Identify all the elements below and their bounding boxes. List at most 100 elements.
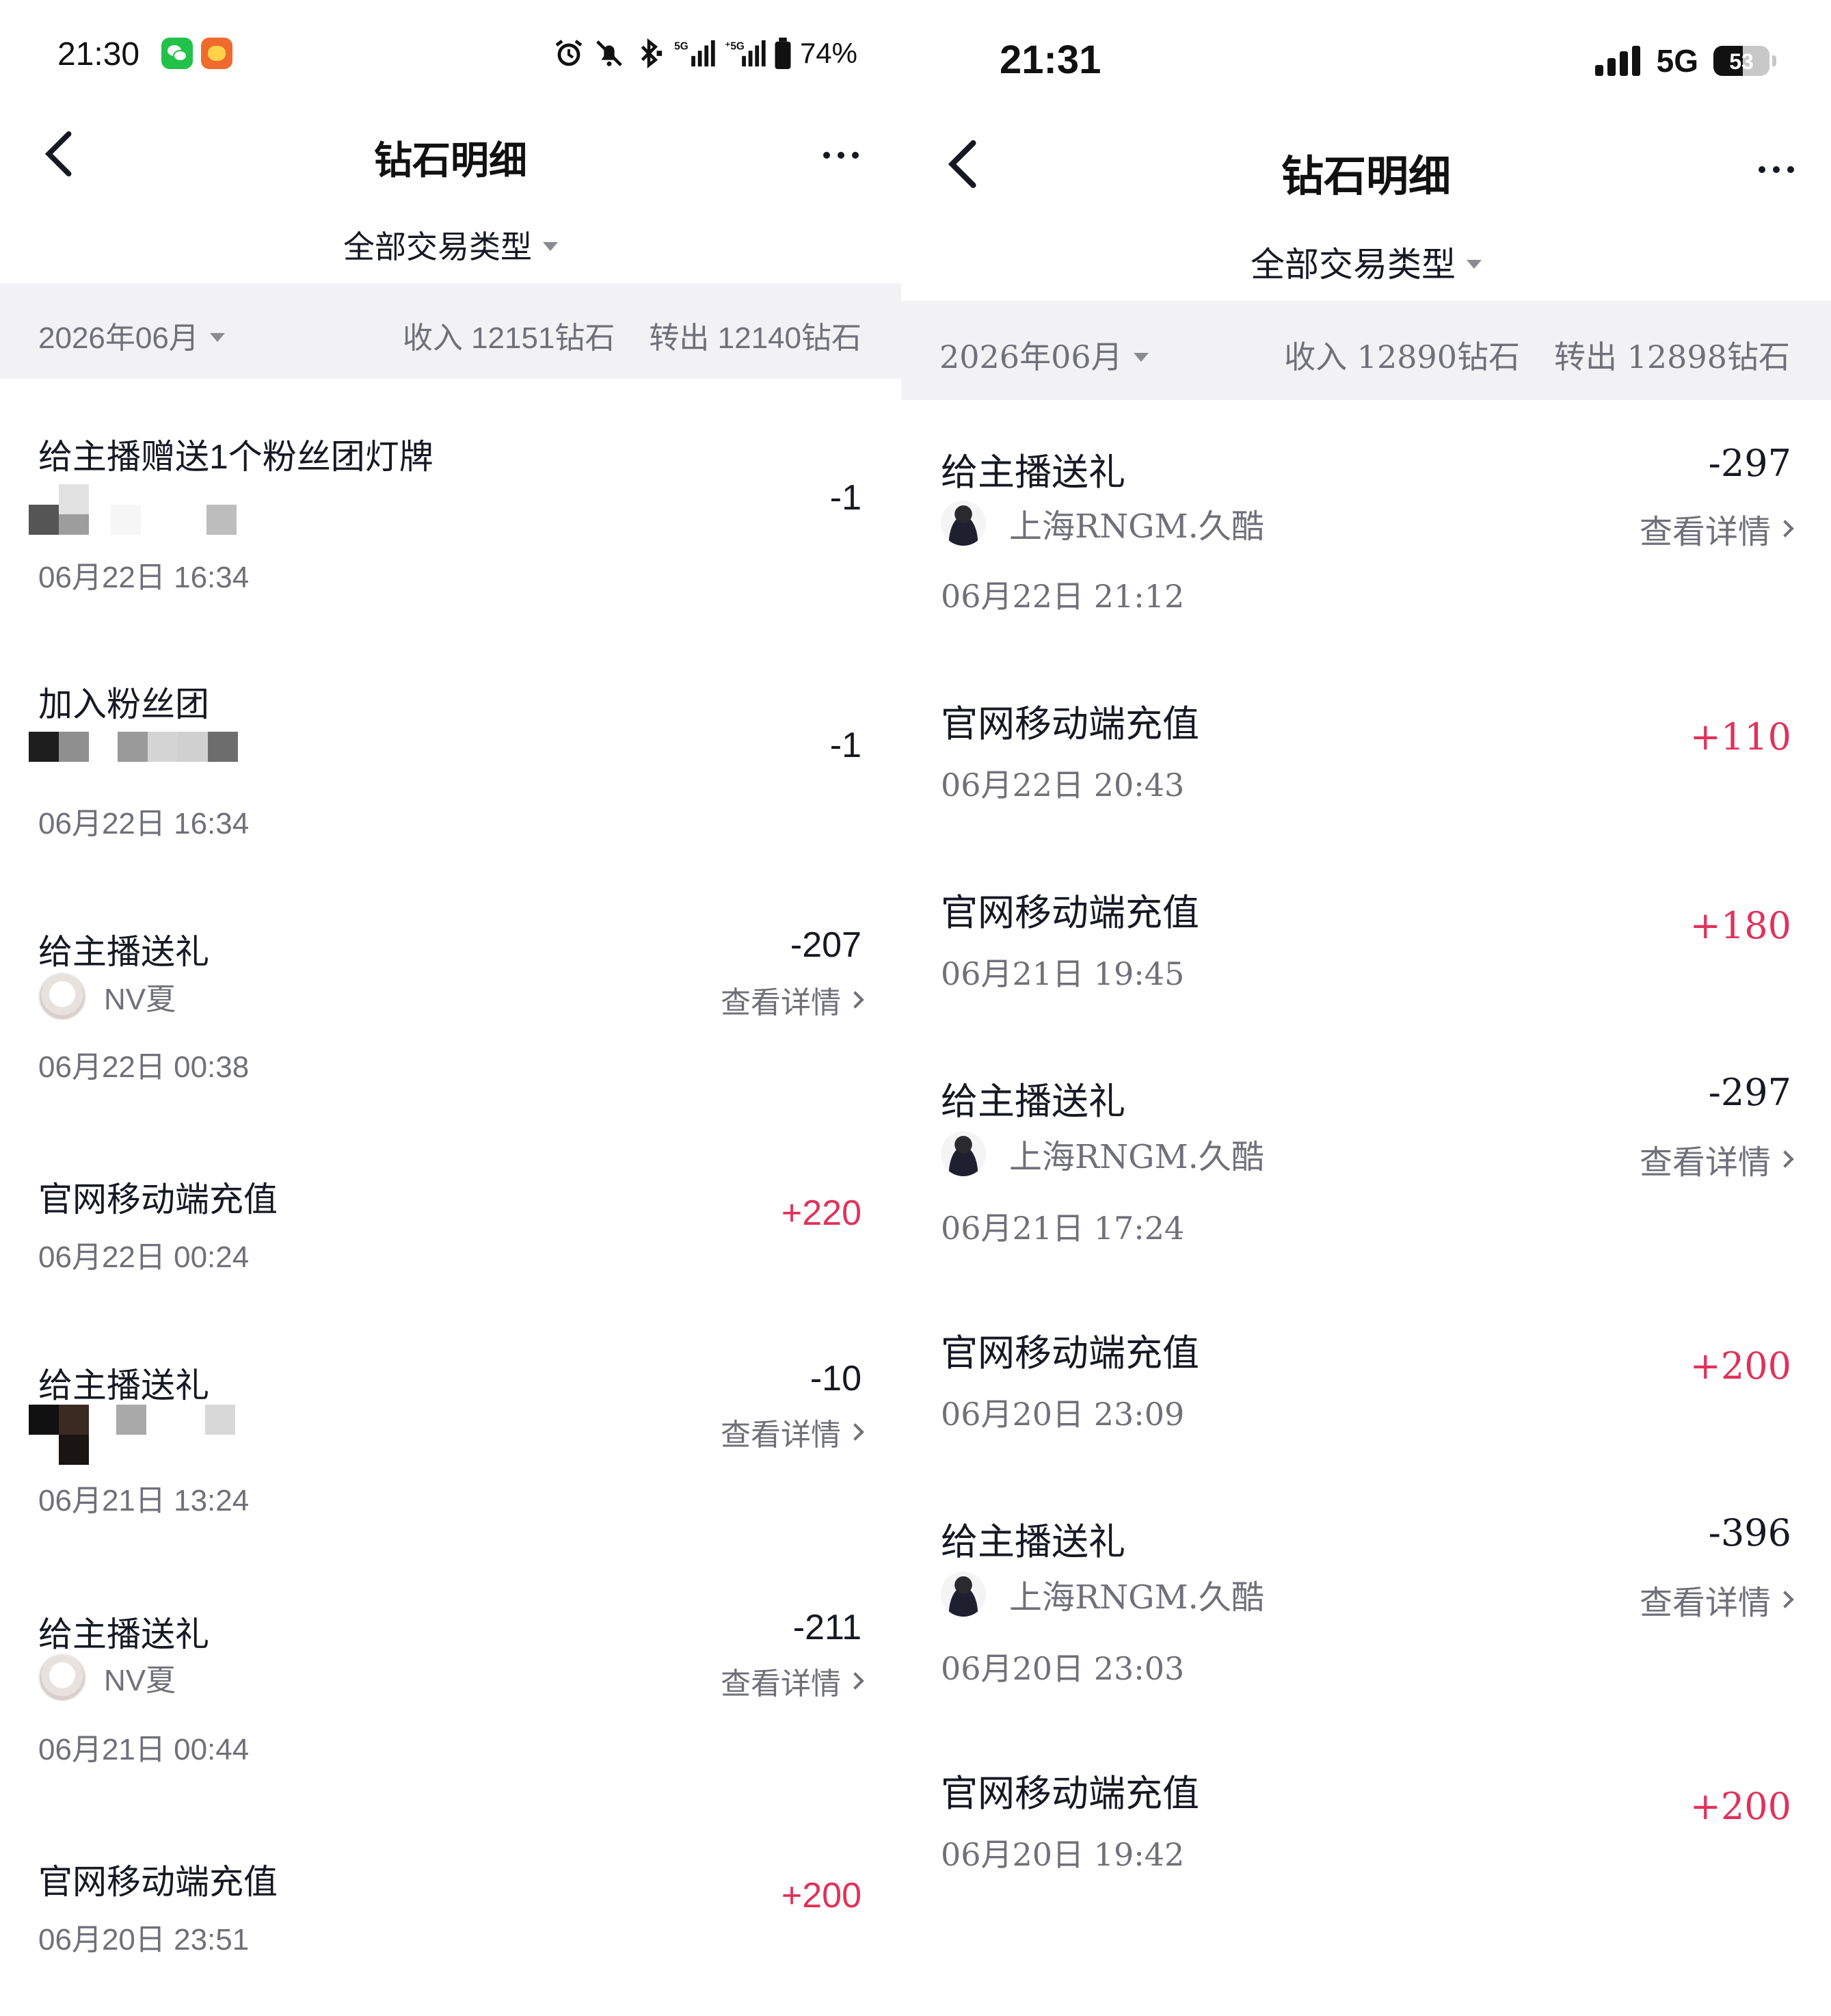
transaction-time: 06月21日 13:24 [38, 1484, 250, 1517]
transaction-title: 官网移动端充值 [941, 704, 1199, 745]
transaction-time: 06月22日 21:12 [941, 578, 1185, 615]
nav-bar: 钻石明细 [901, 133, 1831, 202]
transaction-amount: -297 [1708, 1071, 1791, 1114]
more-button[interactable] [1742, 139, 1810, 200]
status-time: 21:31 [1000, 38, 1101, 82]
transaction-amount: +200 [1689, 1785, 1791, 1828]
transaction-row[interactable]: 官网移动端充值 +200 06月20日 19:42 [901, 1763, 1831, 1913]
transaction-row[interactable]: 给主播送礼 -207 NV夏 查看详情 06月22日 00:38 [0, 925, 901, 1130]
battery-icon: 53 [1713, 46, 1769, 76]
month-selector[interactable]: 2026年06月 [939, 332, 1149, 377]
transaction-time: 06月21日 00:44 [38, 1733, 250, 1766]
view-details-link[interactable]: 查看详情 [1639, 505, 1794, 553]
view-details-link[interactable]: 查看详情 [721, 1659, 864, 1703]
summary-totals: 收入 12890钻石 转出 12898钻石 [1284, 332, 1790, 377]
transaction-title: 给主播送礼 [38, 1615, 209, 1654]
signal-5g-icon-2: ⁺5G [725, 40, 766, 67]
outgo-total: 转出 12898钻石 [1554, 339, 1790, 375]
chevron-right-icon [1776, 520, 1794, 538]
transaction-time: 06月22日 20:43 [941, 767, 1185, 804]
month-summary-bar: 2026年06月 收入 12890钻石 转出 12898钻石 [901, 301, 1831, 400]
transaction-title: 官网移动端充值 [38, 1863, 278, 1901]
transaction-title: 加入粉丝团 [38, 685, 209, 724]
transaction-title: 给主播送礼 [38, 1366, 209, 1405]
chevron-right-icon [846, 1672, 864, 1690]
view-details-label: 查看详情 [1639, 514, 1771, 551]
status-time: 21:30 [57, 36, 140, 72]
transaction-row[interactable]: 官网移动端充值 +200 06月20日 23:51 [0, 1855, 901, 2005]
more-dot [1787, 166, 1794, 173]
view-details-link[interactable]: 查看详情 [1639, 1135, 1794, 1183]
transaction-row[interactable]: 官网移动端充值 +110 06月22日 20:43 [901, 693, 1831, 844]
transaction-amount: -1 [829, 726, 861, 765]
type-filter-label: 全部交易类型 [1251, 246, 1456, 284]
transaction-title: 给主播送礼 [38, 933, 209, 971]
transaction-title: 官网移动端充值 [38, 1180, 278, 1219]
view-details-label: 查看详情 [721, 1667, 841, 1701]
type-filter-label: 全部交易类型 [343, 229, 532, 265]
streamer-info: NV夏 [38, 972, 176, 1020]
transaction-row[interactable]: 官网移动端充值 +220 06月22日 00:24 [0, 1172, 901, 1336]
dropdown-caret-icon [209, 332, 225, 342]
transaction-title: 给主播赠送1个粉丝团灯牌 [38, 438, 433, 476]
page-title: 钻石明细 [1281, 151, 1451, 201]
transaction-time: 06月20日 23:03 [941, 1650, 1185, 1687]
more-button[interactable] [807, 124, 875, 186]
avatar [38, 972, 86, 1020]
status-icons: 5G 53 [1594, 42, 1776, 79]
chevron-right-icon [846, 1423, 864, 1441]
chevron-right-icon [1776, 1150, 1794, 1168]
transaction-type-filter[interactable]: 全部交易类型 [0, 222, 901, 267]
view-details-link[interactable]: 查看详情 [721, 978, 864, 1022]
transaction-time: 06月22日 00:38 [38, 1050, 250, 1084]
view-details-link[interactable]: 查看详情 [721, 1410, 864, 1454]
streamer-info: 上海RNGM.久酷 [941, 1570, 1264, 1618]
summary-totals: 收入 12151钻石 转出 12140钻石 [403, 313, 861, 357]
view-details-label: 查看详情 [1639, 1585, 1771, 1621]
transaction-time: 06月20日 23:09 [941, 1396, 1185, 1433]
streamer-name: NV夏 [104, 1664, 176, 1697]
month-selector[interactable]: 2026年06月 [38, 313, 225, 357]
month-summary-bar: 2026年06月 收入 12151钻石 转出 12140钻石 [0, 283, 901, 379]
left-screenshot: 21:30 5G ⁺5G 74% 钻石明细 全部交易类型 2026年06月 收入… [0, 0, 901, 2016]
outgo-total: 转出 12140钻石 [649, 321, 861, 355]
transaction-title: 给主播送礼 [941, 452, 1125, 493]
transaction-title: 官网移动端充值 [941, 892, 1199, 933]
transaction-row[interactable]: 给主播送礼 -297 上海RNGM.久酷 查看详情 06月21日 17:24 [901, 1071, 1831, 1276]
transaction-row[interactable]: 加入粉丝团 -1 06月22日 16:34 [0, 677, 901, 882]
month-label: 2026年06月 [38, 321, 199, 355]
view-details-label: 查看详情 [721, 1418, 841, 1452]
month-label: 2026年06月 [939, 339, 1123, 375]
wechat-app-icon [161, 38, 193, 69]
transaction-row[interactable]: 给主播送礼 -10 查看详情 06月21日 13:24 [0, 1358, 901, 1563]
transaction-time: 06月21日 17:24 [941, 1210, 1185, 1247]
transaction-row[interactable]: 官网移动端充值 +200 06月20日 23:09 [901, 1323, 1831, 1473]
status-bar: 21:30 5G ⁺5G 74% [0, 0, 901, 103]
taobao-app-icon [201, 38, 232, 69]
alarm-icon [555, 40, 583, 66]
view-details-label: 查看详情 [1639, 1145, 1771, 1181]
streamer-name: 上海RNGM.久酷 [1009, 1138, 1264, 1176]
transaction-title: 给主播送礼 [941, 1522, 1125, 1563]
streamer-name: 上海RNGM.久酷 [1009, 507, 1264, 546]
transaction-row[interactable]: 官网移动端充值 +180 06月21日 19:45 [901, 882, 1831, 1033]
transaction-time: 06月21日 19:45 [941, 955, 1185, 992]
transaction-row[interactable]: 给主播送礼 -297 上海RNGM.久酷 查看详情 06月22日 21:12 [901, 442, 1831, 647]
signal-5g-icon: 5G [674, 40, 715, 67]
battery-nub [1772, 55, 1776, 66]
svg-text:⁺5G: ⁺5G [725, 40, 745, 52]
view-details-link[interactable]: 查看详情 [1639, 1576, 1794, 1623]
transaction-title: 官网移动端充值 [941, 1773, 1199, 1814]
battery-level: 53 [1729, 49, 1754, 74]
transaction-type-filter[interactable]: 全部交易类型 [901, 237, 1831, 287]
transaction-amount: +200 [1689, 1344, 1791, 1388]
bluetooth-icon [641, 38, 663, 69]
status-bar: 21:31 5G 53 [901, 0, 1831, 103]
more-dot [852, 152, 859, 159]
chevron-right-icon [846, 991, 864, 1009]
transaction-row[interactable]: 给主播送礼 -396 上海RNGM.久酷 查看详情 06月20日 23:03 [901, 1511, 1831, 1716]
transaction-amount: -10 [810, 1359, 861, 1398]
transaction-row[interactable]: 给主播赠送1个粉丝团灯牌 -1 06月22日 16:34 [0, 429, 901, 635]
transaction-row[interactable]: 给主播送礼 -211 NV夏 查看详情 06月21日 00:44 [0, 1607, 901, 1812]
more-dots-icon [823, 152, 830, 159]
